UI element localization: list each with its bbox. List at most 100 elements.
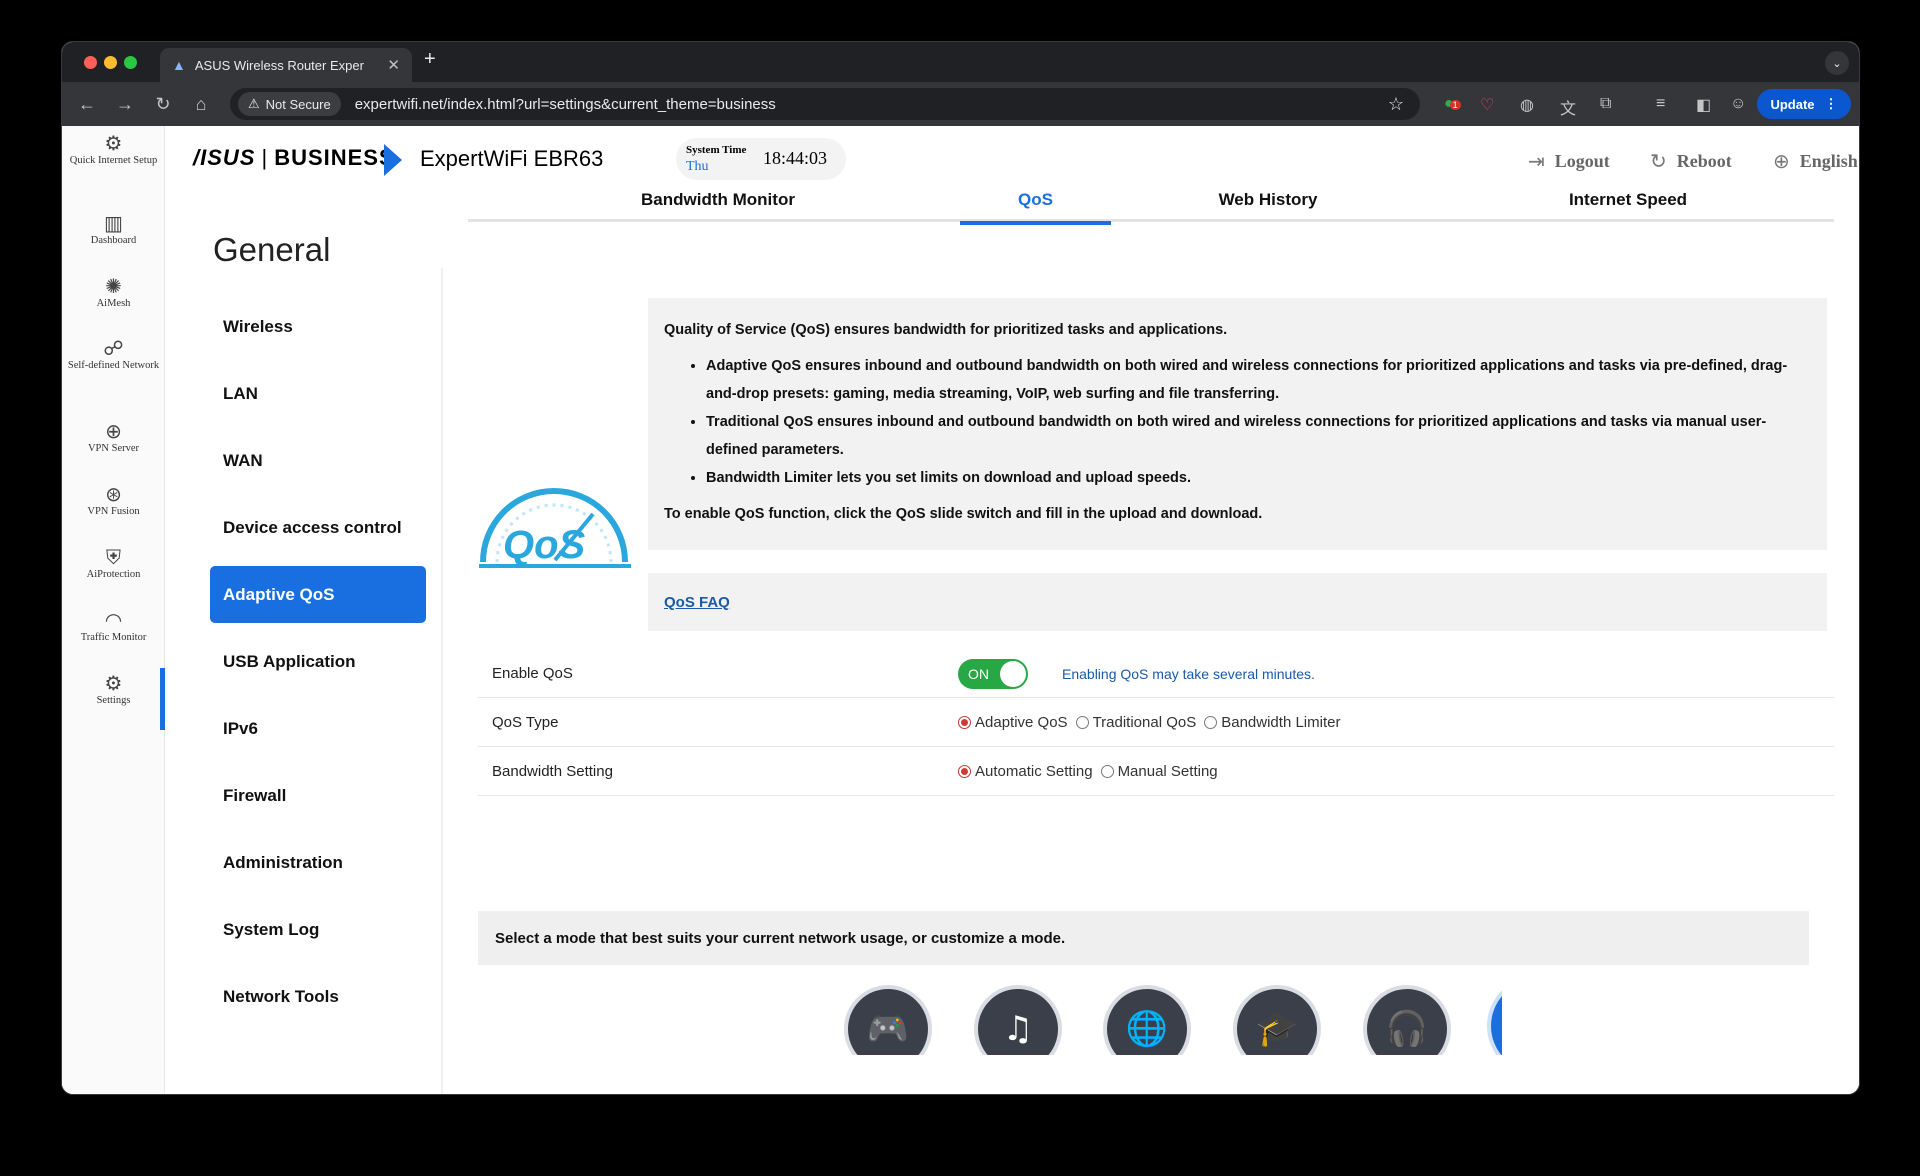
update-button[interactable]: Update ⋮ bbox=[1757, 89, 1851, 119]
qos-type-label: QoS Type bbox=[492, 714, 559, 731]
asus-favicon-icon: ▲ bbox=[172, 57, 186, 73]
asus-business-logo[interactable]: /ISUS | BUSINESS bbox=[193, 145, 395, 171]
logout-button[interactable]: ⇥ Logout bbox=[1528, 149, 1610, 174]
left-nav-label: Self-defined Network bbox=[67, 360, 160, 371]
new-tab-button[interactable]: + bbox=[424, 48, 436, 71]
subnav-item-wireless[interactable]: Wireless bbox=[210, 298, 426, 355]
left-nav-traffic[interactable]: ◠ Traffic Monitor bbox=[62, 608, 165, 645]
browser-window: ▲ ASUS Wireless Router Exper ✕ + ⌄ ← → ↻… bbox=[61, 41, 1860, 1095]
settings-icon: ⚙ bbox=[104, 671, 123, 695]
left-nav-settings[interactable]: ⚙ Settings bbox=[62, 671, 165, 708]
subnav-item-firewall[interactable]: Firewall bbox=[210, 767, 426, 824]
subnav-title: General bbox=[213, 231, 331, 268]
left-nav-aimesh[interactable]: ✺ AiMesh bbox=[62, 274, 165, 311]
router-page: ⚙ Quick Internet Setup ▥ Dashboard ✺ AiMesh ☍ S… bbox=[62, 126, 1859, 1094]
web-surfing-mode-button[interactable]: 🌐 bbox=[1103, 985, 1191, 1055]
left-nav-vpn-server[interactable]: ⊕ VPN Server bbox=[62, 421, 165, 456]
logout-icon: ⇥ bbox=[1528, 151, 1545, 173]
left-nav-label: Dashboard bbox=[90, 235, 137, 246]
radio-label: Adaptive QoS bbox=[975, 714, 1068, 731]
sidepanel-icon[interactable]: ◧ bbox=[1696, 95, 1711, 115]
browser-tab[interactable]: ▲ ASUS Wireless Router Exper ✕ bbox=[160, 48, 412, 82]
customize-mode-button[interactable]: ⚙ bbox=[1487, 976, 1502, 1055]
chevron-down-icon[interactable]: ⌄ bbox=[1825, 51, 1849, 75]
left-nav-label: VPN Fusion bbox=[87, 506, 140, 517]
maximize-window-button[interactable] bbox=[124, 56, 137, 69]
reboot-button[interactable]: ↻ Reboot bbox=[1650, 149, 1732, 174]
left-nav-shield[interactable]: ⛨ AiProtection bbox=[62, 547, 165, 582]
radio-dot[interactable] bbox=[1204, 716, 1218, 729]
subnav-item-administration[interactable]: Administration bbox=[210, 834, 426, 891]
left-nav-network[interactable]: ☍ Self-defined Network bbox=[62, 338, 165, 373]
work-from-home-mode-button[interactable]: 🎧 bbox=[1363, 985, 1451, 1055]
pocket-icon[interactable]: ♡ bbox=[1480, 95, 1494, 115]
globe-icon: ⊕ bbox=[1773, 151, 1790, 173]
subnav-item-system-log[interactable]: System Log bbox=[210, 901, 426, 958]
tab-bandwidth-monitor[interactable]: Bandwidth Monitor bbox=[618, 178, 818, 222]
subnav-item-lan[interactable]: LAN bbox=[210, 365, 426, 422]
forward-icon[interactable]: → bbox=[106, 94, 144, 115]
tab-title: ASUS Wireless Router Exper bbox=[194, 57, 364, 73]
toggle-knob bbox=[1000, 660, 1026, 687]
back-icon[interactable]: ← bbox=[68, 94, 106, 115]
gaming-mode-button[interactable]: 🎮 bbox=[844, 985, 932, 1055]
browser-toolbar: ← → ↻ ⌂ ⚠ Not Secure expertwifi.net/inde… bbox=[62, 82, 1859, 126]
reload-icon[interactable]: ↻ bbox=[144, 94, 182, 115]
tab-qos[interactable]: QoS bbox=[960, 178, 1111, 225]
puzzle-icon[interactable]: ⧉ bbox=[1600, 95, 1611, 113]
tab-web-history[interactable]: Web History bbox=[1168, 178, 1368, 222]
address-bar[interactable]: ⚠ Not Secure expertwifi.net/index.html?u… bbox=[230, 88, 1420, 120]
media-icon[interactable]: ≡ bbox=[1656, 95, 1665, 113]
extension-icon[interactable]: ◍ bbox=[1520, 95, 1534, 115]
kebab-menu-icon[interactable]: ⋮ bbox=[1825, 96, 1838, 112]
security-indicator[interactable]: ⚠ Not Secure bbox=[238, 92, 341, 116]
page-tabs: Bandwidth Monitor QoS Web History Intern… bbox=[468, 178, 1834, 225]
system-day: Thu bbox=[686, 159, 709, 174]
system-clock: 18:44:03 bbox=[763, 148, 828, 168]
mode-selector: 🎮 ♫ 🌐 🎓 🎧 ⚙ bbox=[742, 971, 1502, 1055]
radio-label: Automatic Setting bbox=[975, 763, 1093, 780]
radio-dot[interactable] bbox=[958, 716, 971, 729]
qos-info-box: Quality of Service (QoS) ensures bandwid… bbox=[648, 298, 1827, 550]
radio-dot[interactable] bbox=[958, 765, 971, 778]
bandwidth-setting-label: Bandwidth Setting bbox=[492, 763, 613, 780]
translate-icon[interactable]: 文 bbox=[1560, 95, 1576, 119]
left-nav-globe-setup[interactable]: ⚙ Quick Internet Setup bbox=[62, 133, 165, 168]
close-window-button[interactable] bbox=[84, 56, 97, 69]
vpn-fusion-icon: ⊛ bbox=[105, 482, 122, 506]
qos-faq-link[interactable]: QoS FAQ bbox=[664, 594, 730, 611]
subnav-item-wan[interactable]: WAN bbox=[210, 432, 426, 489]
radio-automatic-setting[interactable]: Automatic Setting bbox=[958, 763, 1093, 780]
close-tab-icon[interactable]: ✕ bbox=[387, 56, 400, 74]
subnav-item-network-tools[interactable]: Network Tools bbox=[210, 968, 426, 1025]
mode-prompt: Select a mode that best suits your curre… bbox=[478, 911, 1809, 965]
subnav-item-usb-application[interactable]: USB Application bbox=[210, 633, 426, 690]
radio-manual-setting[interactable]: Manual Setting bbox=[1100, 763, 1218, 780]
warning-icon: ⚠ bbox=[248, 96, 260, 111]
tab-internet-speed[interactable]: Internet Speed bbox=[1528, 178, 1728, 222]
traffic-icon: ◠ bbox=[104, 608, 123, 632]
home-icon[interactable]: ⌂ bbox=[182, 94, 220, 115]
radio-adaptive-qos[interactable]: Adaptive QoS bbox=[958, 714, 1068, 731]
media-streaming-mode-button[interactable]: ♫ bbox=[974, 985, 1062, 1055]
subnav-item-ipv6[interactable]: IPv6 bbox=[210, 700, 426, 757]
bookmark-star-icon[interactable]: ☆ bbox=[1388, 94, 1404, 115]
qos-toggle[interactable]: ON bbox=[958, 658, 1028, 689]
language-select[interactable]: ⊕English▼ bbox=[1773, 149, 1859, 174]
subnav-item-adaptive-qos[interactable]: Adaptive QoS bbox=[210, 566, 426, 623]
logo-separator: | bbox=[261, 145, 269, 170]
radio-dot[interactable] bbox=[1100, 765, 1114, 778]
left-nav-label: Settings bbox=[96, 695, 131, 706]
left-nav-dashboard[interactable]: ▥ Dashboard bbox=[62, 213, 165, 248]
profile-avatar-icon[interactable]: ☺ bbox=[1730, 95, 1746, 113]
url-text[interactable]: expertwifi.net/index.html?url=settings&c… bbox=[355, 96, 1388, 113]
subnav-item-device-access-control[interactable]: Device access control bbox=[210, 499, 426, 556]
radio-traditional-qos[interactable]: Traditional QoS bbox=[1075, 714, 1196, 731]
extension-badge-icon[interactable]: ●1 bbox=[1444, 95, 1461, 113]
radio-bandwidth-limiter[interactable]: Bandwidth Limiter bbox=[1204, 714, 1340, 731]
minimize-window-button[interactable] bbox=[104, 56, 117, 69]
left-nav-vpn-fusion[interactable]: ⊛ VPN Fusion bbox=[62, 482, 165, 519]
learn-from-home-mode-button[interactable]: 🎓 bbox=[1233, 985, 1321, 1055]
radio-dot[interactable] bbox=[1075, 716, 1089, 729]
aimesh-icon: ✺ bbox=[105, 274, 122, 298]
